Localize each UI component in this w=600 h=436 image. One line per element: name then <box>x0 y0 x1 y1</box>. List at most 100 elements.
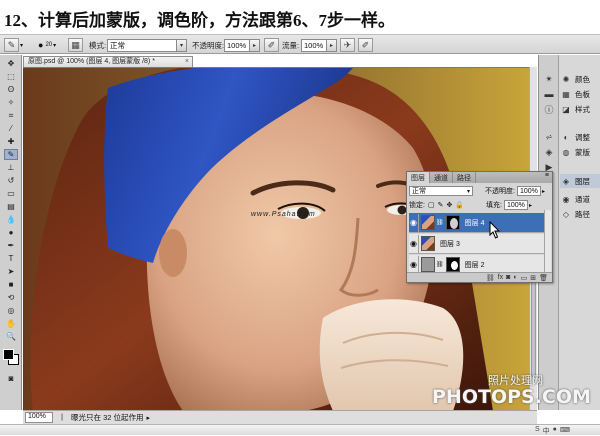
mode-value: 正常 <box>107 38 177 52</box>
eyedropper-tool-icon[interactable]: ⁄ <box>4 123 18 134</box>
quick-mask-icon[interactable]: ◙ <box>4 373 18 384</box>
link-layers-icon[interactable]: ⛓ <box>486 274 495 282</box>
pressure-opacity-button[interactable]: ✐ <box>264 38 279 52</box>
dock-item-label: 颜色 <box>575 74 590 84</box>
lock-pixels-icon[interactable]: ✎ <box>438 201 444 209</box>
gradient-tool-icon[interactable]: ▤ <box>4 201 18 212</box>
history-brush-tool-icon[interactable]: ↺ <box>4 175 18 186</box>
blend-mode-select[interactable]: 正常 ▾ <box>409 186 473 196</box>
layers-scrollbar[interactable] <box>544 210 551 272</box>
chevron-down-icon: ▾ <box>20 42 24 49</box>
flow-value: 100% <box>301 38 327 52</box>
blur-tool-icon[interactable]: 💧 <box>4 214 18 225</box>
mode-select[interactable]: 正常 ▾ <box>107 38 187 52</box>
swatches-icon: ▦ <box>562 89 570 99</box>
zoom-tool-icon[interactable]: 🔍 <box>4 331 18 342</box>
dock-item-label: 调整 <box>575 132 590 142</box>
dock-item-color[interactable]: ✺ 颜色 <box>560 72 600 86</box>
dock-item-channels[interactable]: ◉ 通道 <box>560 192 600 206</box>
clone-stamp-tool-icon[interactable]: ⊥ <box>4 162 18 173</box>
fill-label: 填充: <box>486 202 502 209</box>
path-select-tool-icon[interactable]: ➤ <box>4 266 18 277</box>
pressure-size-button[interactable]: ✐ <box>358 38 373 52</box>
lock-position-icon[interactable]: ✥ <box>446 201 452 209</box>
dock-item-paths[interactable]: ◇ 路径 <box>560 207 600 221</box>
fill-input[interactable]: 100% <box>504 200 528 210</box>
layer-row-4[interactable]: ◉ ⛓ 图层 4 <box>409 213 545 233</box>
adjustment-layer-icon[interactable]: ◐ <box>513 274 517 281</box>
chevron-right-icon: ▸ <box>250 38 260 52</box>
lock-all-icon[interactable]: 🔒 <box>455 201 464 209</box>
layer-mask-thumbnail[interactable] <box>445 215 460 230</box>
brush-size-picker[interactable]: ● 20 ▾ <box>38 38 56 52</box>
dock-item-swatches[interactable]: ▦ 色板 <box>560 87 600 101</box>
add-mask-icon[interactable]: ◙ <box>506 274 510 281</box>
visibility-eye-icon[interactable]: ◉ <box>409 255 419 274</box>
brush-panel-icon: ▦ <box>68 38 83 52</box>
3d-rotate-tool-icon[interactable]: ⟲ <box>4 292 18 303</box>
new-group-icon[interactable]: ▭ <box>521 274 528 282</box>
chain-link-icon[interactable]: ⛓ <box>436 219 444 226</box>
3d-orbit-tool-icon[interactable]: ◎ <box>4 305 18 316</box>
lock-transparency-icon[interactable]: ▢ <box>428 201 435 209</box>
chevron-right-icon[interactable]: ▸ <box>147 414 151 422</box>
brush-tip-icon: ● <box>38 40 44 50</box>
tool-preset-picker[interactable]: ✎ ▾ <box>4 38 23 52</box>
layer-style-icon[interactable]: fx <box>498 274 503 281</box>
navigator-icon[interactable]: ✴ <box>543 73 555 85</box>
eraser-tool-icon[interactable]: ▭ <box>4 188 18 199</box>
pen-tool-icon[interactable]: ✒ <box>4 240 18 251</box>
healing-brush-tool-icon[interactable]: ✚ <box>4 136 18 147</box>
tutorial-heading: 12、计算后加蒙版，调色阶，方法跟第6、7步一样。 <box>4 11 395 30</box>
brush-panel-toggle[interactable]: ▦ <box>68 38 83 52</box>
layer-mask-thumbnail[interactable] <box>445 257 460 272</box>
opacity-input[interactable]: 100% ▸ <box>224 38 260 52</box>
move-tool-icon[interactable]: ✥ <box>4 58 18 69</box>
shape-tool-icon[interactable]: ■ <box>4 279 18 290</box>
hand-tool-icon[interactable]: ✋ <box>4 318 18 329</box>
dodge-tool-icon[interactable]: ● <box>4 227 18 238</box>
close-icon[interactable]: × <box>185 57 189 67</box>
delete-layer-icon[interactable]: 🗑 <box>539 274 548 282</box>
history-icon[interactable]: ◈ <box>543 146 555 158</box>
new-layer-icon[interactable]: ⊞ <box>530 274 536 282</box>
marquee-tool-icon[interactable]: ⬚ <box>4 71 18 82</box>
chevron-right-icon[interactable]: ▸ <box>529 202 532 209</box>
lasso-tool-icon[interactable]: ʘ <box>4 84 18 95</box>
type-tool-icon[interactable]: T <box>4 253 18 264</box>
info-icon[interactable]: ⓘ <box>543 103 555 115</box>
histogram-icon[interactable]: ▬ <box>543 88 555 100</box>
quick-select-tool-icon[interactable]: ✧ <box>4 97 18 108</box>
visibility-eye-icon[interactable]: ◉ <box>409 213 419 232</box>
panel-menu-icon[interactable]: ≡ <box>542 172 552 183</box>
chain-link-icon[interactable]: ⛓ <box>436 261 444 268</box>
airbrush-button[interactable]: ✈ <box>340 38 355 52</box>
dock-item-adjustments[interactable]: ◐ 调整 <box>560 130 600 144</box>
visibility-eye-icon[interactable]: ◉ <box>409 234 419 253</box>
document-tab[interactable]: 原图.psd @ 100% (图层 4, 图层蒙版 /8) * × <box>23 56 193 67</box>
dock-item-masks[interactable]: ◍ 蒙版 <box>560 145 600 159</box>
brush-size-value: 20 <box>45 42 53 48</box>
dock-item-label: 样式 <box>575 104 590 114</box>
watermark-en: PHOTOPS.COM <box>432 386 591 408</box>
dock-item-label: 通道 <box>575 194 590 204</box>
zoom-field[interactable]: 100% <box>25 412 53 423</box>
chevron-down-icon: ▾ <box>177 38 187 52</box>
channels-icon: ◉ <box>562 194 570 204</box>
dock-item-styles[interactable]: ◪ 样式 <box>560 102 600 116</box>
layer-opacity-input[interactable]: 100% <box>516 186 541 196</box>
layer-row-3[interactable]: ◉ 图层 3 <box>409 234 545 254</box>
chevron-right-icon[interactable]: ▸ <box>542 188 545 195</box>
flow-label: 流量: <box>282 40 300 50</box>
brush-presets-icon[interactable]: ⩫ <box>543 131 555 143</box>
opacity-value: 100% <box>224 38 250 52</box>
document-tab-title: 原图.psd @ 100% (图层 4, 图层蒙版 /8) * <box>28 58 155 65</box>
dock-item-layers[interactable]: ◈ 图层 <box>560 174 600 188</box>
tab-paths[interactable]: 路径 <box>453 172 476 183</box>
opacity-label: 不透明度: <box>192 40 225 50</box>
brush-tool-icon[interactable]: ✎ <box>4 149 18 160</box>
crop-tool-icon[interactable]: ⌗ <box>4 110 18 121</box>
flow-input[interactable]: 100% ▸ <box>301 38 337 52</box>
tab-layers[interactable]: 图层 <box>407 172 430 183</box>
tab-channels[interactable]: 通道 <box>430 172 453 183</box>
